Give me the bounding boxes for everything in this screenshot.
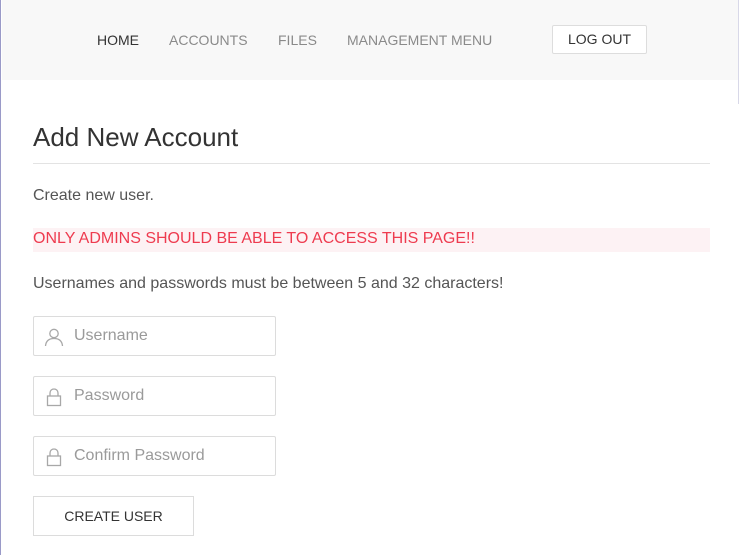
nav-files-link[interactable]: FILES bbox=[278, 31, 317, 49]
username-input[interactable] bbox=[74, 317, 270, 355]
username-field[interactable] bbox=[33, 316, 276, 356]
admin-warning-banner: ONLY ADMINS SHOULD BE ABLE TO ACCESS THI… bbox=[33, 228, 710, 252]
nav-management-menu-link[interactable]: MANAGEMENT MENU bbox=[347, 31, 492, 49]
nav-home-link[interactable]: HOME bbox=[97, 31, 139, 49]
password-field[interactable] bbox=[33, 376, 276, 416]
confirm-password-input[interactable] bbox=[74, 437, 270, 475]
lock-icon bbox=[44, 447, 64, 467]
lock-icon bbox=[44, 387, 64, 407]
length-rules-text: Usernames and passwords must be between … bbox=[33, 275, 504, 292]
scrollbar-edge bbox=[738, 0, 742, 104]
user-icon bbox=[44, 327, 64, 347]
title-divider bbox=[33, 163, 710, 164]
intro-text: Create new user. bbox=[33, 187, 154, 204]
page-title: Add New Account bbox=[33, 122, 239, 152]
top-navbar: HOME ACCOUNTS FILES MANAGEMENT MENU LOG … bbox=[2, 0, 738, 80]
create-user-button[interactable]: CREATE USER bbox=[33, 496, 194, 536]
logout-button[interactable]: LOG OUT bbox=[552, 25, 647, 54]
nav-accounts-link[interactable]: ACCOUNTS bbox=[169, 31, 248, 49]
password-input[interactable] bbox=[74, 377, 270, 415]
confirm-password-field[interactable] bbox=[33, 436, 276, 476]
app-frame: HOME ACCOUNTS FILES MANAGEMENT MENU LOG … bbox=[0, 0, 742, 555]
